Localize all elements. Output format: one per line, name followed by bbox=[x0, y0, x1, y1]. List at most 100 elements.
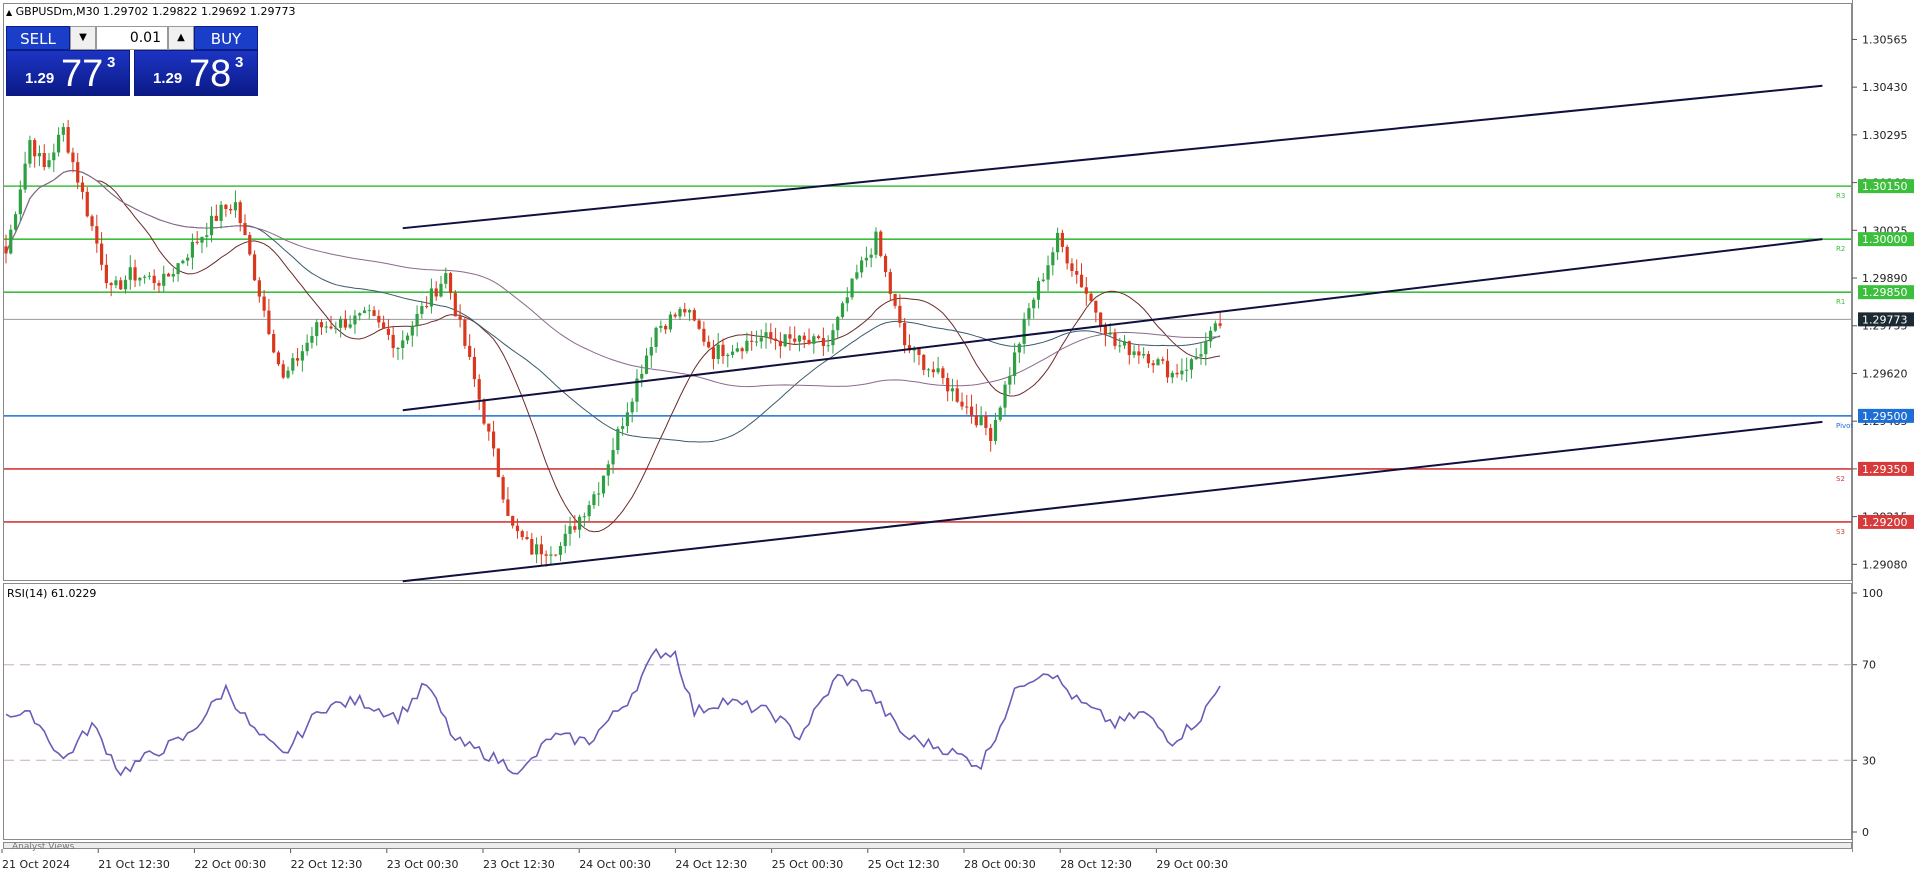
candle-body bbox=[702, 328, 706, 342]
buy-price-fraction: 3 bbox=[235, 54, 244, 71]
candle-body bbox=[941, 368, 945, 379]
price-axis: 1.305651.304301.302951.301601.300251.298… bbox=[1852, 33, 1908, 571]
price-tick-label: 1.29620 bbox=[1862, 367, 1908, 380]
candle-body bbox=[797, 335, 802, 342]
volume-dropdown-icon[interactable]: ▼ bbox=[70, 26, 96, 50]
moving-averages bbox=[5, 169, 1221, 533]
candle-body bbox=[931, 369, 935, 373]
candle-body bbox=[138, 277, 142, 281]
candle-body bbox=[100, 243, 104, 265]
candle-body bbox=[745, 340, 749, 352]
time-label: 22 Oct 12:30 bbox=[291, 858, 363, 871]
level-price-tag-label: 1.30000 bbox=[1862, 233, 1908, 246]
candle-body bbox=[119, 280, 123, 290]
price-tick-label: 1.30565 bbox=[1862, 33, 1908, 46]
time-axis: 21 Oct 2024 21 Oct 12:30 22 Oct 00:30 22 Oc… bbox=[1, 849, 1228, 871]
candle-body bbox=[726, 354, 730, 357]
candle-body bbox=[401, 340, 405, 348]
buy-price-button[interactable]: 1.29 78 3 bbox=[134, 50, 258, 96]
candle-body bbox=[616, 428, 620, 451]
candle-body bbox=[420, 306, 424, 314]
candle-body bbox=[539, 544, 543, 555]
sell-price-prefix: 1.29 bbox=[25, 70, 55, 87]
candle-body bbox=[960, 401, 964, 407]
candle-body bbox=[386, 328, 390, 335]
buy-button[interactable]: BUY bbox=[194, 26, 258, 50]
candle-body bbox=[549, 554, 553, 556]
candle-body bbox=[1056, 232, 1060, 253]
candle-body bbox=[109, 283, 113, 286]
sell-button[interactable]: SELL bbox=[6, 26, 70, 50]
candle-body bbox=[434, 288, 438, 297]
candle-body bbox=[1127, 341, 1131, 356]
level-price-tag-label: 1.29200 bbox=[1862, 516, 1908, 529]
candle-body bbox=[439, 283, 443, 297]
candle-body bbox=[936, 368, 940, 373]
time-label: 22 Oct 00:30 bbox=[194, 858, 266, 871]
candle-body bbox=[248, 235, 252, 255]
candle-body bbox=[1156, 359, 1160, 366]
candle-body bbox=[348, 324, 352, 328]
candle-body bbox=[530, 539, 534, 555]
sell-price-button[interactable]: 1.29 77 3 bbox=[6, 50, 130, 96]
candle-body bbox=[186, 257, 190, 261]
candle-body bbox=[23, 163, 27, 190]
candle-body bbox=[324, 326, 328, 328]
candle-body bbox=[1099, 312, 1103, 327]
candle-body bbox=[1199, 354, 1203, 357]
candle-body bbox=[37, 153, 42, 157]
time-label: 25 Oct 00:30 bbox=[772, 858, 844, 871]
pivot-levels bbox=[4, 185, 1852, 523]
volume-up-icon[interactable]: ▲ bbox=[168, 26, 194, 50]
rsi-title: RSI(14) 61.0229 bbox=[7, 587, 97, 600]
candle-body bbox=[1041, 279, 1045, 282]
candle-body bbox=[831, 330, 835, 346]
level-price-tag-label: 1.29500 bbox=[1862, 410, 1908, 423]
candle-body bbox=[224, 204, 228, 209]
candle-body bbox=[367, 310, 371, 312]
candle-body bbox=[358, 313, 362, 316]
candle-body bbox=[864, 257, 868, 261]
volume-input[interactable]: 0.01 bbox=[96, 26, 168, 50]
candle-body bbox=[621, 426, 625, 429]
candle-body bbox=[468, 345, 472, 357]
candle-body bbox=[42, 153, 46, 168]
candle-body bbox=[1180, 370, 1184, 375]
candle-body bbox=[1046, 265, 1050, 280]
time-label: 28 Oct 00:30 bbox=[964, 858, 1036, 871]
candle-body bbox=[1161, 359, 1165, 361]
candle-body bbox=[1165, 360, 1170, 378]
candle-body bbox=[52, 152, 56, 161]
candle-body bbox=[410, 325, 414, 336]
candle-body bbox=[229, 208, 233, 211]
time-label: 21 Oct 2024 bbox=[2, 858, 70, 871]
candle-body bbox=[879, 231, 883, 256]
candle-body bbox=[315, 322, 319, 337]
candle-body bbox=[558, 546, 563, 555]
candle-body bbox=[664, 325, 668, 330]
level-name: R1 bbox=[1836, 298, 1845, 306]
candle-body bbox=[654, 327, 658, 347]
buy-price-prefix: 1.29 bbox=[153, 70, 183, 87]
price-level-tags: 1.30150 R3 1.30000 R2 1.29850 R1 1.29500 Pivot 1… bbox=[1836, 179, 1914, 536]
chart-canvas[interactable]: 1.305651.304301.302951.301601.300251.298… bbox=[0, 0, 1916, 874]
candle-body bbox=[396, 347, 400, 349]
candle-body bbox=[874, 231, 878, 255]
level-name: Pivot bbox=[1836, 422, 1853, 430]
candle-body bbox=[425, 306, 429, 308]
candle-body bbox=[950, 388, 955, 392]
candle-body bbox=[176, 263, 180, 275]
candle-body bbox=[678, 308, 682, 317]
candle-body bbox=[353, 315, 357, 325]
candle-body bbox=[13, 214, 18, 230]
moving-average-fast bbox=[5, 169, 1221, 533]
candle-body bbox=[754, 341, 759, 343]
analyst-views-label[interactable]: Analyst Views bbox=[12, 842, 74, 852]
candle-body bbox=[893, 293, 897, 306]
candle-body bbox=[649, 346, 653, 356]
candle-body bbox=[61, 127, 65, 135]
triangle-up-icon[interactable]: ▲ bbox=[6, 8, 12, 17]
candle-body bbox=[429, 288, 434, 307]
candle-body bbox=[673, 314, 677, 317]
candle-body bbox=[1204, 341, 1208, 355]
